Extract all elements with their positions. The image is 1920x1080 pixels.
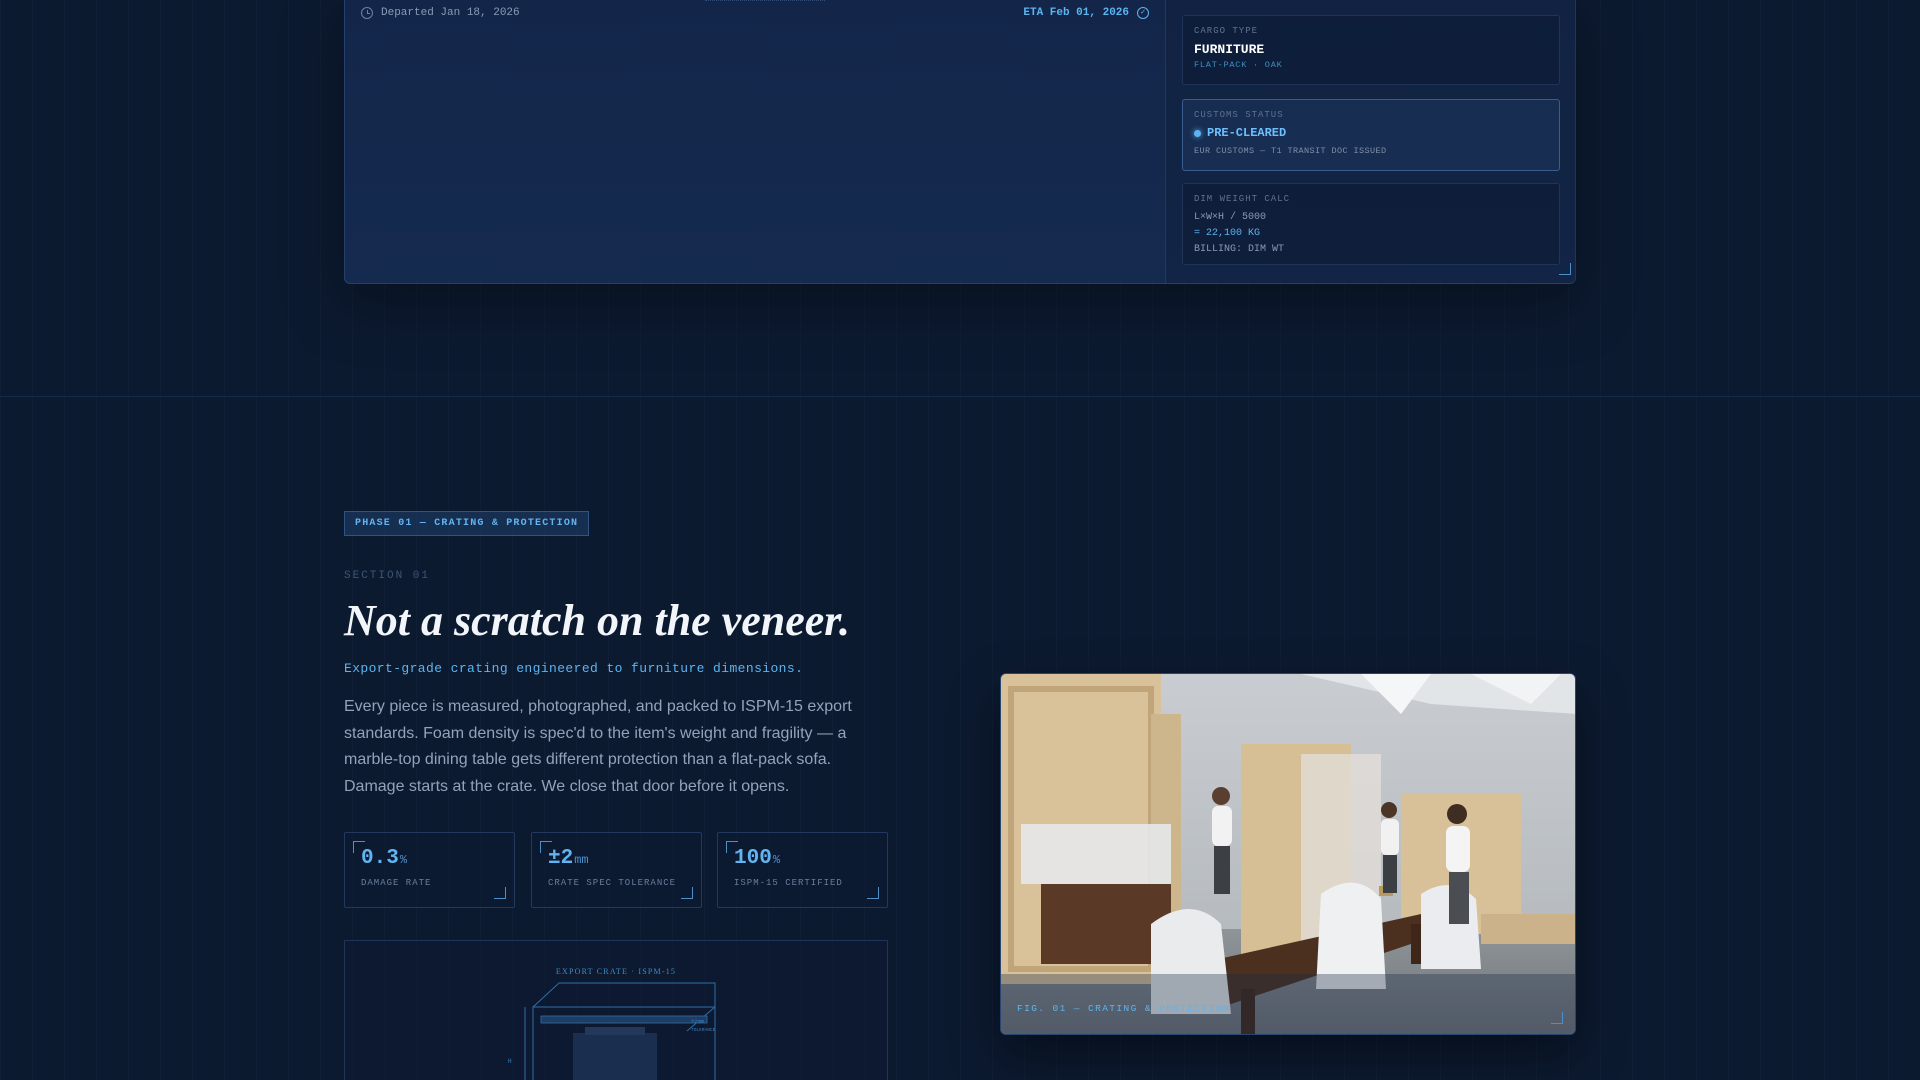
diagram-axis-label: H <box>508 1058 512 1065</box>
clock-icon <box>361 7 373 19</box>
eta-text: ETA Feb 01, 2026 <box>1023 7 1129 19</box>
section-divider <box>0 396 1920 397</box>
customs-status-label: CUSTOMS STATUS <box>1194 110 1284 120</box>
status-dot-icon <box>1194 129 1201 137</box>
stat-number: 100 <box>734 847 772 870</box>
section-tagline: Export-grade crating engineered to furni… <box>344 661 804 676</box>
dim-weight-billing: BILLING: DIM WT <box>1194 244 1285 255</box>
stat-card-damage-rate: 0.3% DAMAGE RATE <box>344 832 515 908</box>
shipment-tracking-card: Departed Jan 18, 2026 ETA Feb 01, 2026 ✓… <box>344 0 1577 284</box>
departed-text: Departed Jan 18, 2026 <box>381 7 520 19</box>
route-line <box>705 0 825 1</box>
dim-weight-box: DIM WEIGHT CALC L×W×H / 5000 = 22,100 KG… <box>1182 183 1560 265</box>
phase-tag: PHASE 01 — CRATING & PROTECTION <box>344 511 590 536</box>
check-circle-icon: ✓ <box>1137 7 1149 19</box>
stat-unit: % <box>399 853 408 867</box>
photo-caption: FIG. 01 — CRATING & PROTECTION <box>1017 1003 1231 1014</box>
dim-weight-label: DIM WEIGHT CALC <box>1194 194 1291 204</box>
corner-bracket-icon <box>494 887 506 899</box>
stat-value: 100% <box>734 847 780 870</box>
cargo-type-label: CARGO TYPE <box>1194 26 1259 36</box>
corner-bracket-icon <box>1551 1012 1563 1024</box>
section-headline: Not a scratch on the veneer. <box>344 596 850 645</box>
dim-weight-formula: L×W×H / 5000 <box>1194 212 1267 223</box>
stat-value: 0.3% <box>361 847 407 870</box>
crating-photo: FIG. 01 — CRATING & PROTECTION <box>1000 673 1576 1035</box>
crate-diagram-box: EXPORT CRATE · ISPM-15 ±2mm TOLERANCE H <box>344 940 888 1080</box>
crate-diagram-icon: ±2mm TOLERANCE H <box>508 982 716 1080</box>
section-body: Every piece is measured, photographed, a… <box>344 698 852 795</box>
cargo-type-sub: FLAT-PACK · OAK <box>1194 60 1283 70</box>
customs-status-row: PRE-CLEARED <box>1194 126 1548 140</box>
customs-status-value: PRE-CLEARED <box>1207 126 1287 140</box>
stat-unit: % <box>772 853 781 867</box>
stat-label: CRATE SPEC TOLERANCE <box>548 878 677 888</box>
workshop-photo-icon <box>1001 674 1575 1034</box>
stat-number: ±2 <box>548 847 574 870</box>
cargo-type-value: FURNITURE <box>1194 42 1265 57</box>
diagram-annotation: ±2mm <box>691 1018 705 1025</box>
shipment-details-panel: CARGO TYPE FURNITURE FLAT-PACK · OAK CUS… <box>1165 0 1577 283</box>
stat-label: ISPM-15 CERTIFIED <box>734 878 843 888</box>
corner-bracket-icon <box>867 887 879 899</box>
stat-card-ispm-certified: 100% ISPM-15 CERTIFIED <box>717 832 888 908</box>
route-map-pane: Departed Jan 18, 2026 ETA Feb 01, 2026 ✓ <box>345 0 1165 283</box>
section-number: SECTION 01 <box>344 570 431 582</box>
stat-card-tolerance: ±2mm CRATE SPEC TOLERANCE <box>531 832 702 908</box>
customs-status-box: CUSTOMS STATUS PRE-CLEARED EUR CUSTOMS —… <box>1182 99 1560 171</box>
stat-value: ±2mm <box>548 847 589 870</box>
eta-date: ETA Feb 01, 2026 ✓ <box>1023 7 1149 19</box>
stat-unit: mm <box>574 853 589 867</box>
customs-status-note: EUR CUSTOMS — T1 TRANSIT DOC ISSUED <box>1194 146 1387 156</box>
stat-number: 0.3 <box>361 847 399 870</box>
corner-bracket-icon <box>681 887 693 899</box>
departed-date: Departed Jan 18, 2026 <box>361 7 520 19</box>
cargo-type-box: CARGO TYPE FURNITURE FLAT-PACK · OAK <box>1182 15 1560 85</box>
corner-bracket-icon <box>1559 263 1571 275</box>
diagram-annotation-sub: TOLERANCE <box>691 1027 716 1033</box>
dim-weight-result: = 22,100 KG <box>1194 228 1261 239</box>
stat-label: DAMAGE RATE <box>361 878 432 888</box>
